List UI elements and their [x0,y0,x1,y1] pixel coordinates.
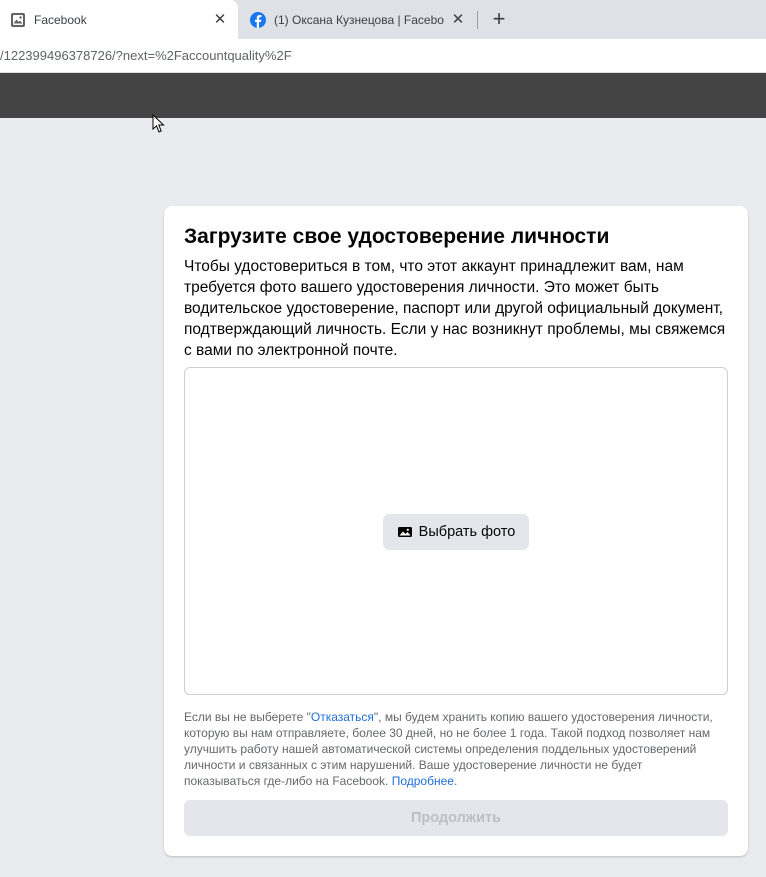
close-tab-icon[interactable]: ✕ [450,11,466,28]
tab-title: (1) Оксана Кузнецова | Facebook [274,12,444,27]
tab-separator [477,11,478,29]
card-description: Чтобы удостовериться в том, что этот акк… [184,258,726,359]
opt-out-link[interactable]: Отказаться [311,710,374,724]
notice-text: . [453,774,458,788]
id-upload-card: Загрузите свое удостоверение личности Чт… [164,206,748,856]
photo-upload-area[interactable]: Выбрать фото [184,367,728,695]
close-tab-icon[interactable]: ✕ [212,11,228,28]
new-tab-button[interactable]: + [486,6,512,32]
retention-notice: Если вы не выберете "Отказаться", мы буд… [184,709,714,789]
continue-button[interactable]: Продолжить [184,800,728,836]
notice-text: Если вы не выберете " [184,710,311,724]
page-icon [10,12,26,28]
site-header [0,73,766,118]
address-bar[interactable]: /122399496378726/?next=%2Faccountquality… [0,39,292,72]
browser-toolbar: /122399496378726/?next=%2Faccountquality… [0,39,766,73]
choose-photo-button[interactable]: Выбрать фото [383,514,529,550]
page-title: Загрузите свое удостоверение личности [184,225,610,248]
browser-tab-facebook[interactable]: Facebook ✕ [0,0,238,39]
browser-tabstrip: Facebook ✕ (1) Оксана Кузнецова | Facebo… [0,0,766,39]
facebook-icon [250,11,266,28]
image-icon [397,524,413,540]
tab-title: Facebook [34,12,87,27]
learn-more-link[interactable]: Подробнее [392,774,454,788]
mouse-cursor-icon [152,114,165,133]
browser-tab-profile[interactable]: (1) Оксана Кузнецова | Facebook ✕ [240,0,476,39]
choose-photo-label: Выбрать фото [418,524,516,540]
